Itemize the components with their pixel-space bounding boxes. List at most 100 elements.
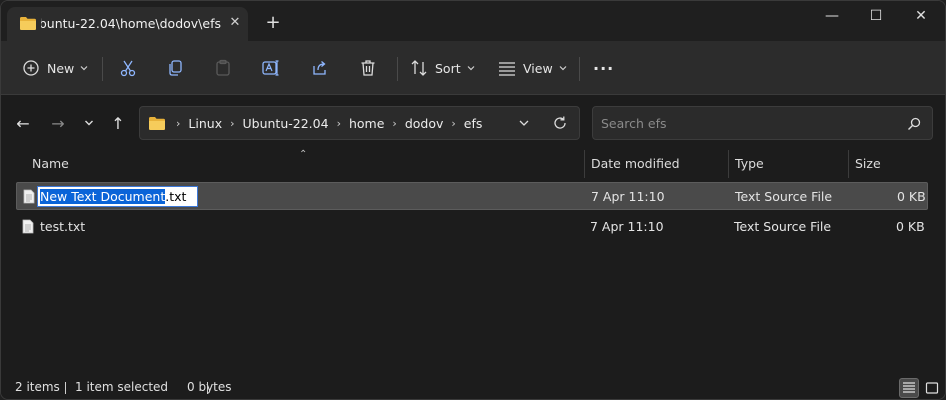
sort-button[interactable]: Sort [409,54,475,82]
chevron-right-icon: › [451,116,456,130]
column-date-modified[interactable]: Date modified [591,150,680,178]
view-label: View [523,60,553,76]
copy-button[interactable] [165,54,185,82]
folder-icon [20,17,36,30]
file-name: test.txt [40,219,86,234]
toolbar-divider [102,57,103,81]
title-bar: Ubuntu-22.04\home\dodov\efs ✕ + — ☐ ✕ [1,1,945,41]
recent-locations-button[interactable] [78,112,100,134]
column-divider[interactable] [848,150,849,178]
chevron-right-icon: › [176,116,181,130]
back-button[interactable]: ← [12,112,34,134]
rename-input[interactable]: New Text Document.txt [37,186,198,207]
chevron-down-icon [80,66,88,71]
search-input[interactable] [601,115,891,131]
column-type[interactable]: Type [735,150,764,178]
chevron-down-icon [467,66,475,71]
tiles-view-icon [925,382,939,394]
more-options-button[interactable]: ··· [593,54,614,82]
column-size[interactable]: Size [855,150,881,178]
breadcrumb: › Linux › Ubuntu-22.04 › home › dodov › … [148,107,482,139]
selection-size: 0 bytes [187,380,232,394]
breadcrumb-ubuntu[interactable]: Ubuntu-22.04 [243,116,329,131]
forward-button[interactable]: → [47,112,69,134]
view-button[interactable]: View [497,54,567,82]
delete-button[interactable] [358,54,378,82]
tab-title: Ubuntu-22.04\home\dodov\efs [41,16,221,31]
details-view-icon [903,382,915,393]
search-box[interactable] [592,106,933,140]
trash-icon [361,60,375,76]
maximize-button[interactable]: ☐ [853,1,899,33]
scissors-icon [120,60,136,77]
plus-circle-icon [23,60,39,76]
file-list: New Text Document.txt 7 Apr 11:10 Text S… [1,180,945,370]
refresh-icon[interactable] [551,114,569,132]
status-divider [207,382,208,394]
file-size: 0 KB [896,219,925,234]
breadcrumb-home[interactable]: home [349,116,384,131]
arrow-left-icon: ← [16,113,30,133]
chevron-right-icon: › [336,116,341,130]
chevron-right-icon: › [392,116,397,130]
address-bar[interactable]: › Linux › Ubuntu-22.04 › home › dodov › … [139,106,580,140]
file-date: 7 Apr 11:10 [590,219,664,234]
breadcrumb-efs[interactable]: efs [464,116,483,131]
selection-count: 1 item selected [75,380,169,394]
sort-icon [411,60,427,76]
paste-button[interactable] [213,54,233,82]
up-button[interactable]: ↑ [107,112,129,134]
column-header-row: ⌃ Name Date modified Type Size [1,149,945,178]
minimize-button[interactable]: — [809,1,855,33]
file-type: Text Source File [735,189,833,204]
clipboard-icon [216,59,230,76]
share-icon [313,61,326,75]
close-icon: ✕ [229,15,241,30]
tiles-view-button[interactable] [922,378,942,398]
table-row[interactable]: test.txt 7 Apr 11:10 Text Source File 0 … [16,213,928,241]
chevron-down-icon [85,120,93,126]
file-type: Text Source File [734,219,832,234]
file-date: 7 Apr 11:10 [591,189,665,204]
table-row[interactable]: New Text Document.txt 7 Apr 11:10 Text S… [16,182,928,210]
rename-icon [262,60,279,76]
toolbar-divider [397,57,398,81]
new-tab-button[interactable]: + [263,13,283,33]
details-view-button[interactable] [899,378,919,398]
column-divider[interactable] [584,150,585,178]
view-list-icon [499,62,515,76]
sort-ascending-caret-icon: ⌃ [299,149,308,160]
arrow-up-icon: ↑ [111,113,125,133]
close-window-button[interactable]: ✕ [898,1,944,33]
chevron-right-icon: › [230,116,235,130]
arrow-right-icon: → [51,113,65,133]
status-divider [65,382,66,394]
more-icon: ··· [593,58,615,78]
breadcrumb-dodov[interactable]: dodov [405,116,444,131]
column-name[interactable]: Name [32,150,69,178]
cut-button[interactable] [118,54,138,82]
status-bar: 2 items 1 item selected 0 bytes [1,374,945,399]
search-icon[interactable] [906,116,922,132]
command-bar: New Sort View ··· [1,41,945,95]
new-label: New [47,60,75,76]
sort-label: Sort [435,60,461,76]
rename-button[interactable] [261,54,281,82]
folder-icon [149,116,165,130]
rename-extension-text: .txt [165,189,187,204]
address-history-chevron-icon[interactable] [516,115,532,131]
breadcrumb-linux[interactable]: Linux [188,116,222,131]
file-size: 0 KB [897,189,926,204]
tab-active[interactable]: Ubuntu-22.04\home\dodov\efs ✕ [7,7,248,41]
new-button[interactable]: New [21,54,88,82]
tab-close-button[interactable]: ✕ [226,14,244,32]
text-file-icon [22,219,34,234]
item-count: 2 items [15,380,60,394]
file-explorer-window: Ubuntu-22.04\home\dodov\efs ✕ + — ☐ ✕ Ne… [0,0,946,400]
share-button[interactable] [310,54,330,82]
text-file-icon [23,189,35,204]
toolbar-divider [579,57,580,81]
chevron-down-icon [559,66,567,71]
column-divider[interactable] [728,150,729,178]
copy-icon [169,60,182,76]
